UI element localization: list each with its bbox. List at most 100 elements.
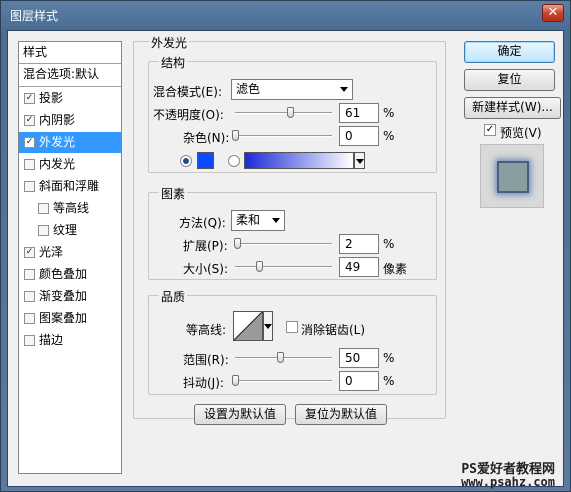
opacity-unit: % bbox=[383, 106, 395, 120]
chevron-down-icon bbox=[356, 159, 364, 164]
style-item-label: 图案叠加 bbox=[39, 311, 88, 325]
noise-slider-thumb[interactable] bbox=[232, 130, 239, 141]
method-label: 方法(Q): bbox=[179, 216, 226, 230]
style-item-label: 等高线 bbox=[53, 201, 90, 215]
spread-input[interactable]: 2 bbox=[339, 234, 379, 254]
size-label: 大小(S): bbox=[183, 262, 229, 276]
gradient-radio[interactable] bbox=[228, 155, 240, 167]
style-item-label: 渐变叠加 bbox=[39, 289, 88, 303]
method-value: 柔和 bbox=[236, 213, 261, 227]
spread-slider-thumb[interactable] bbox=[233, 238, 241, 249]
style-item[interactable]: ✓ 外发光 bbox=[19, 132, 121, 153]
close-button[interactable]: ✕ bbox=[542, 4, 564, 22]
preview-label: 预览(V) bbox=[500, 126, 542, 140]
blend-options-item[interactable]: 混合选项:默认 bbox=[19, 64, 121, 85]
style-item[interactable]: ✓ 光泽 bbox=[19, 242, 121, 263]
style-item-checkbox[interactable] bbox=[24, 313, 35, 324]
new-style-button[interactable]: 新建样式(W)... bbox=[464, 97, 561, 119]
style-item-label: 描边 bbox=[39, 333, 64, 347]
jitter-slider-track[interactable] bbox=[235, 380, 332, 382]
jitter-input[interactable]: 0 bbox=[339, 371, 379, 391]
chevron-down-icon bbox=[272, 218, 280, 223]
opacity-slider-thumb[interactable] bbox=[286, 107, 294, 118]
jitter-slider-thumb[interactable] bbox=[232, 375, 239, 386]
reset-default-button[interactable]: 复位为默认值 bbox=[295, 404, 387, 425]
spread-label: 扩展(P): bbox=[183, 239, 228, 253]
ok-button[interactable]: 确定 bbox=[464, 41, 555, 63]
reset-button[interactable]: 复位 bbox=[464, 69, 555, 91]
chevron-down-icon bbox=[264, 324, 272, 329]
range-label: 范围(R): bbox=[183, 353, 229, 367]
styles-list: 样式 混合选项:默认 ✓ 投影 ✓ 内阴影 ✓ 外发光内发光斜面和浮雕等高线纹理 ✓ 光泽 颜色… bbox=[18, 41, 122, 474]
style-item-label: 内阴影 bbox=[39, 113, 76, 127]
style-item[interactable]: 描边 bbox=[19, 330, 121, 351]
glow-color-swatch[interactable] bbox=[197, 152, 214, 169]
spread-unit: % bbox=[383, 237, 395, 251]
preview-thumbnail bbox=[497, 161, 529, 193]
dialog-body: 样式 混合选项:默认 ✓ 投影 ✓ 内阴影 ✓ 外发光内发光斜面和浮雕等高线纹理 ✓ 光泽 颜色… bbox=[7, 30, 564, 489]
antialias-label: 消除锯齿(L) bbox=[301, 323, 366, 337]
structure-title: 结构 bbox=[159, 54, 188, 71]
range-slider-thumb[interactable] bbox=[277, 352, 284, 363]
spread-slider-track[interactable] bbox=[235, 243, 332, 245]
style-item[interactable]: 等高线 bbox=[19, 198, 121, 219]
style-item[interactable]: 内发光 bbox=[19, 154, 121, 175]
style-item[interactable]: 斜面和浮雕 bbox=[19, 176, 121, 197]
style-item-label: 斜面和浮雕 bbox=[39, 179, 100, 193]
blend-mode-select[interactable]: 滤色 bbox=[231, 79, 353, 100]
style-item-checkbox[interactable] bbox=[24, 159, 35, 170]
range-unit: % bbox=[383, 351, 395, 365]
style-item-checkbox[interactable]: ✓ bbox=[24, 247, 35, 258]
size-slider-thumb[interactable] bbox=[256, 261, 263, 272]
contour-picker[interactable] bbox=[233, 311, 263, 341]
style-item[interactable]: ✓ 内阴影 bbox=[19, 110, 121, 131]
styles-header-label: 样式 bbox=[23, 45, 48, 59]
noise-unit: % bbox=[383, 129, 395, 143]
contour-dropdown-button[interactable] bbox=[263, 311, 273, 341]
style-item-checkbox[interactable] bbox=[24, 335, 35, 346]
watermark-url: www.psahz.com bbox=[461, 475, 555, 489]
gradient-dropdown-button[interactable] bbox=[354, 152, 365, 169]
style-item[interactable]: 渐变叠加 bbox=[19, 286, 121, 307]
size-input[interactable]: 49 bbox=[339, 257, 379, 277]
range-input[interactable]: 50 bbox=[339, 348, 379, 368]
style-item-checkbox[interactable] bbox=[24, 291, 35, 302]
set-default-button[interactable]: 设置为默认值 bbox=[194, 404, 286, 425]
noise-label: 杂色(N): bbox=[183, 131, 230, 145]
style-item-label: 内发光 bbox=[39, 157, 76, 171]
jitter-unit: % bbox=[383, 374, 395, 388]
opacity-input[interactable]: 61 bbox=[339, 103, 379, 123]
elements-title: 图素 bbox=[159, 185, 188, 202]
blend-mode-value: 滤色 bbox=[236, 82, 261, 96]
style-item[interactable]: ✓ 投影 bbox=[19, 88, 121, 109]
style-item-checkbox[interactable] bbox=[24, 269, 35, 280]
noise-input[interactable]: 0 bbox=[339, 126, 379, 146]
style-preview bbox=[480, 144, 544, 208]
style-item-label: 投影 bbox=[39, 91, 64, 105]
glow-gradient-swatch[interactable] bbox=[244, 152, 354, 169]
preview-checkbox[interactable]: ✓ bbox=[484, 124, 496, 136]
style-item[interactable]: 颜色叠加 bbox=[19, 264, 121, 285]
style-item-checkbox[interactable]: ✓ bbox=[24, 137, 35, 148]
antialias-checkbox[interactable] bbox=[286, 321, 298, 333]
layer-style-dialog: 图层样式 ✕ 样式 混合选项:默认 ✓ 投影 ✓ 内阴影 ✓ 外发光内发光斜面和浮雕等高线… bbox=[0, 0, 571, 492]
style-item-checkbox[interactable]: ✓ bbox=[24, 93, 35, 104]
list-divider bbox=[19, 86, 121, 87]
style-item-checkbox[interactable]: ✓ bbox=[24, 115, 35, 126]
style-item-checkbox[interactable] bbox=[38, 203, 49, 214]
styles-header[interactable]: 样式 bbox=[19, 42, 121, 63]
window-title: 图层样式 bbox=[10, 9, 59, 23]
blend-options-label: 混合选项:默认 bbox=[23, 67, 100, 81]
size-slider-track[interactable] bbox=[235, 266, 332, 268]
solid-color-radio[interactable] bbox=[180, 155, 192, 167]
style-item-label: 纹理 bbox=[53, 223, 78, 237]
style-item[interactable]: 纹理 bbox=[19, 220, 121, 241]
title-bar[interactable]: 图层样式 ✕ bbox=[1, 1, 570, 29]
method-select[interactable]: 柔和 bbox=[231, 210, 285, 231]
noise-slider-track[interactable] bbox=[235, 135, 332, 137]
opacity-slider-track[interactable] bbox=[235, 112, 332, 114]
style-item-checkbox[interactable] bbox=[24, 181, 35, 192]
style-item-checkbox[interactable] bbox=[38, 225, 49, 236]
style-item[interactable]: 图案叠加 bbox=[19, 308, 121, 329]
contour-label: 等高线: bbox=[186, 323, 227, 337]
